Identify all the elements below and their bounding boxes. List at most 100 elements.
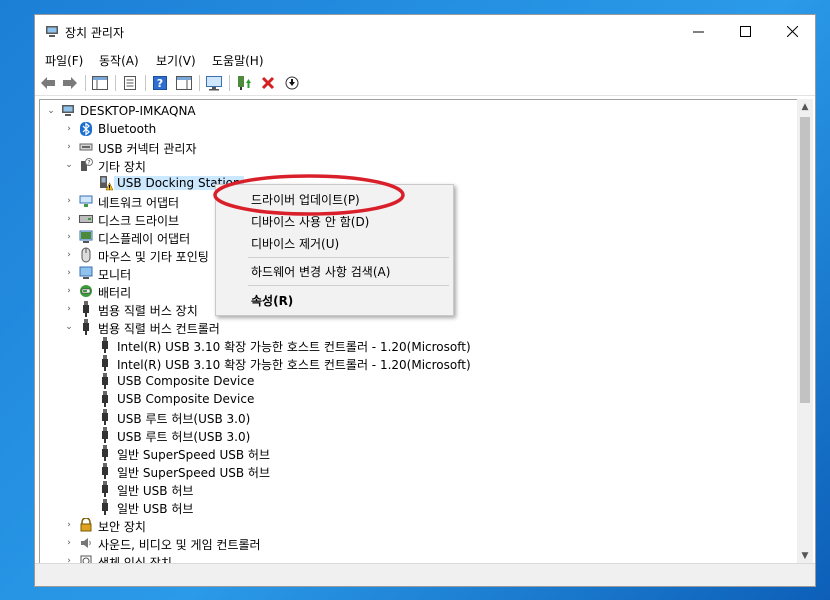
tree-device[interactable]: USB Composite Device [40,372,798,390]
context-properties[interactable]: 속성(R) [251,292,293,309]
mouse-icon [78,247,94,263]
forward-button[interactable] [61,74,79,92]
back-arrow-icon [41,77,55,89]
tree-device[interactable]: 일반 SuperSpeed USB 허브 [40,462,798,480]
toolbar-separator [199,75,200,91]
expanded-chevron-icon[interactable]: ⌄ [64,322,74,332]
tree-category[interactable]: ⌄ 범용 직렬 버스 컨트롤러 [40,318,798,336]
warning-device-icon [97,175,113,191]
scroll-up-arrow[interactable]: ▲ [797,99,813,115]
tree-device[interactable]: 일반 USB 허브 [40,498,798,516]
help-icon: ? [153,76,167,90]
tree-device[interactable]: 일반 SuperSpeed USB 허브 [40,444,798,462]
collapsed-chevron-icon[interactable]: › [64,520,74,530]
toolbar-separator [115,75,116,91]
enable-device-button[interactable] [283,74,301,92]
action-pane-button[interactable] [175,74,193,92]
scroll-down-arrow[interactable]: ▼ [797,548,813,564]
tree-category[interactable]: › USB 커넥터 관리자 [40,138,798,156]
tree-item-label: 모니터 [98,268,132,282]
tree-item-label: 네트워크 어댑터 [98,196,180,210]
usb-plug-icon [97,463,113,479]
usb-plug-icon [97,445,113,461]
tree-item-label: 범용 직렬 버스 컨트롤러 [98,322,220,336]
monitor-icon [78,265,94,281]
tree-item-label: Intel(R) USB 3.10 확장 가능한 호스트 컨트롤러 - 1.20… [117,358,471,372]
tree-item-label: 일반 SuperSpeed USB 허브 [117,448,271,462]
console-tree-icon [92,76,108,90]
collapsed-chevron-icon[interactable]: › [64,196,74,206]
close-icon [786,25,798,37]
collapsed-chevron-icon[interactable]: › [64,538,74,548]
uninstall-device-button[interactable] [259,74,277,92]
display-adapter-icon [78,229,94,245]
back-button[interactable] [39,74,57,92]
minimize-button[interactable] [675,15,721,47]
device-manager-app-icon [46,26,58,37]
collapsed-chevron-icon[interactable]: › [64,268,74,278]
device-tree[interactable]: ⌄ DESKTOP-IMKAQNA › Bluetooth › USB 커넥터 관리자 ⌄?… [39,99,798,564]
scroll-thumb[interactable] [800,117,810,403]
collapsed-chevron-icon[interactable]: › [64,286,74,296]
collapsed-chevron-icon[interactable]: › [64,124,74,134]
tree-category[interactable]: › Bluetooth [40,120,798,138]
red-x-icon [261,76,275,90]
context-update-driver[interactable]: 드라이버 업데이트(P) [251,191,360,208]
tree-device[interactable]: Intel(R) USB 3.10 확장 가능한 호스트 컨트롤러 - 1.20… [40,336,798,354]
tree-item-label: USB Composite Device [117,374,255,388]
tree-item-label: USB 커넥터 관리자 [98,142,197,156]
expanded-chevron-icon[interactable]: ⌄ [64,160,74,170]
context-separator [248,257,449,258]
monitor-scan-icon [206,75,222,90]
update-driver-button[interactable] [235,74,253,92]
action-pane-icon [176,76,192,90]
usb-plug-icon [97,337,113,353]
tree-device[interactable]: USB 루트 허브(USB 3.0) [40,426,798,444]
close-button[interactable] [769,15,815,47]
tree-item-label: 일반 USB 허브 [117,502,194,516]
collapsed-chevron-icon[interactable]: › [64,142,74,152]
vertical-scrollbar[interactable]: ▲ ▼ [797,99,813,564]
collapsed-chevron-icon[interactable]: › [64,232,74,242]
tree-category[interactable]: ⌄? 기타 장치 [40,156,798,174]
forward-arrow-icon [63,77,77,89]
tree-item-label: Intel(R) USB 3.10 확장 가능한 호스트 컨트롤러 - 1.20… [117,340,471,354]
toolbar-separator [145,75,146,91]
expanded-chevron-icon[interactable]: ⌄ [46,106,56,116]
context-disable-device[interactable]: 디바이스 사용 안 함(D) [251,213,369,230]
show-hide-console-tree-button[interactable] [91,74,109,92]
tree-item-label: 디스플레이 어댑터 [98,232,191,246]
tree-category[interactable]: › 사운드, 비디오 및 게임 컨트롤러 [40,534,798,552]
scan-hardware-button[interactable] [205,74,223,92]
usb-plug-icon [97,481,113,497]
help-button[interactable]: ? [151,74,169,92]
usb-plug-icon [97,355,113,371]
context-menu: 드라이버 업데이트(P) 디바이스 사용 안 함(D) 디바이스 제거(U) 하… [215,184,454,316]
tree-item-label: USB 루트 허브(USB 3.0) [117,412,251,426]
collapsed-chevron-icon[interactable]: › [64,214,74,224]
tree-device[interactable]: USB Composite Device [40,390,798,408]
usb-connector-icon [78,139,94,155]
maximize-icon [739,25,751,37]
properties-button[interactable] [121,74,139,92]
tree-category[interactable]: › 보안 장치 [40,516,798,534]
tree-device[interactable]: 일반 USB 허브 [40,480,798,498]
collapsed-chevron-icon[interactable]: › [64,250,74,260]
context-uninstall-device[interactable]: 디바이스 제거(U) [251,235,339,252]
menu-file[interactable]: 파일(F) [45,52,83,69]
down-arrow-circle-icon [285,76,299,90]
title-bar[interactable]: 장치 관리자 [35,15,815,49]
usb-plug-icon [97,409,113,425]
context-scan-hardware[interactable]: 하드웨어 변경 사항 검색(A) [251,263,390,280]
menu-help[interactable]: 도움말(H) [212,52,264,69]
tree-device[interactable]: Intel(R) USB 3.10 확장 가능한 호스트 컨트롤러 - 1.20… [40,354,798,372]
menu-action[interactable]: 동작(A) [99,52,139,69]
tree-item-label: DESKTOP-IMKAQNA [80,104,196,118]
menu-view[interactable]: 보기(V) [156,52,196,69]
tree-device[interactable]: USB 루트 허브(USB 3.0) [40,408,798,426]
maximize-button[interactable] [722,15,768,47]
collapsed-chevron-icon[interactable]: › [64,304,74,314]
status-bar [35,563,815,586]
usb-plug-icon [97,373,113,389]
tree-root-computer[interactable]: ⌄ DESKTOP-IMKAQNA [40,102,798,120]
